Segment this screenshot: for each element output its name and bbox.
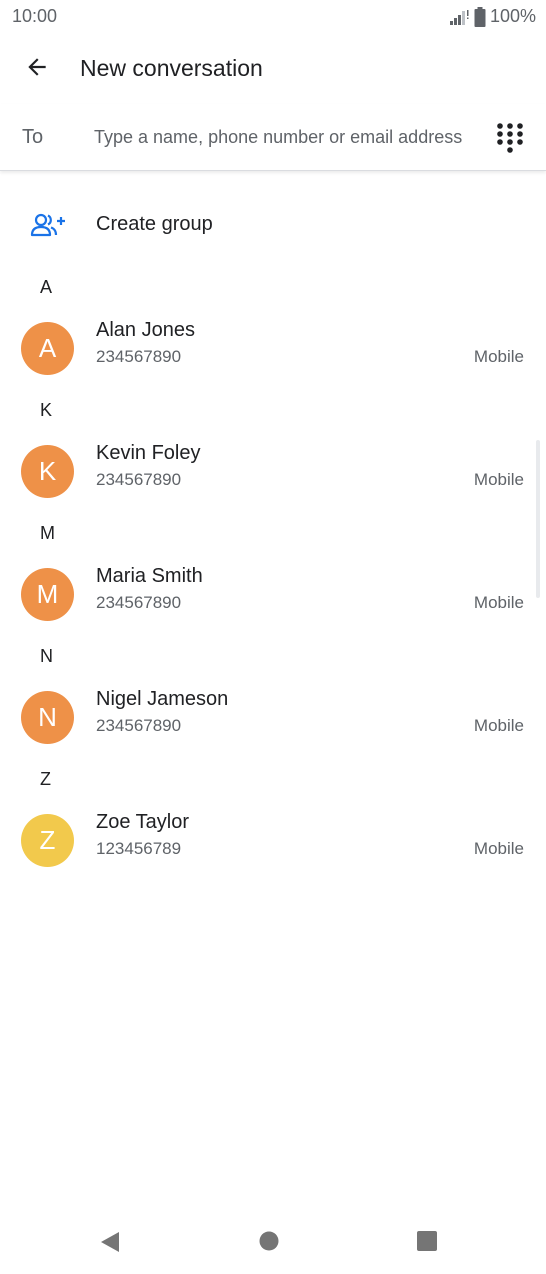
contact-number-type: Mobile [473, 839, 524, 858]
contact-number: 234567890 [96, 470, 182, 489]
back-button[interactable] [16, 48, 58, 90]
avatar-initial: Z [39, 825, 56, 855]
create-group-button[interactable]: Create group [0, 198, 546, 254]
create-group-label: Create group [96, 213, 213, 235]
dialpad-icon [496, 123, 524, 158]
avatar-initial: N [38, 702, 57, 732]
contact-item[interactable]: A Alan Jones 234567890 Mobile [0, 313, 546, 393]
section-header: M [40, 523, 55, 543]
avatar-initial: A [38, 333, 57, 363]
contact-number: 123456789 [96, 839, 182, 858]
avatar: N [21, 691, 74, 744]
contact-number-type: Mobile [473, 716, 524, 735]
contact-name: Nigel Jameson [96, 688, 229, 710]
contact-number: 234567890 [96, 347, 182, 366]
system-nav-bar [0, 1212, 546, 1274]
app-bar: New conversation [0, 34, 546, 104]
contact-number: 234567890 [96, 716, 182, 735]
contact-name: Zoe Taylor [96, 811, 190, 833]
section-header: A [40, 277, 53, 297]
contact-name: Alan Jones [96, 319, 195, 341]
dialpad-button[interactable] [496, 122, 524, 154]
section-header: K [40, 400, 53, 420]
recipient-input[interactable] [94, 120, 480, 154]
contact-name: Kevin Foley [96, 442, 201, 464]
scrollbar[interactable] [536, 440, 540, 598]
contact-number-type: Mobile [473, 347, 524, 366]
contact-number-type: Mobile [473, 593, 524, 612]
signal-icon [448, 8, 470, 26]
contact-item[interactable]: N Nigel Jameson 234567890 Mobile [0, 682, 546, 762]
avatar: Z [21, 814, 74, 867]
avatar-initial: M [36, 579, 59, 609]
to-label: To [22, 126, 44, 148]
status-time: 10:00 [12, 6, 58, 26]
section-header: N [40, 646, 53, 666]
avatar-initial: K [38, 456, 57, 486]
status-bar: 10:00 100% [0, 0, 546, 34]
status-indicators: 100% [448, 6, 536, 27]
contact-number: 234567890 [96, 593, 182, 612]
battery-icon [474, 6, 486, 27]
contact-item[interactable]: K Kevin Foley 234567890 Mobile [0, 436, 546, 516]
group-add-icon [30, 212, 66, 243]
contact-item[interactable]: Z Zoe Taylor 123456789 Mobile [0, 805, 546, 885]
battery-percent: 100% [489, 6, 536, 26]
recipient-row: To [0, 104, 546, 171]
contact-item[interactable]: M Maria Smith 234567890 Mobile [0, 559, 546, 639]
avatar: A [21, 322, 74, 375]
contact-number-type: Mobile [473, 470, 524, 489]
avatar: M [21, 568, 74, 621]
nav-home-icon[interactable] [258, 1230, 280, 1257]
nav-back-icon[interactable] [98, 1230, 122, 1259]
arrow-back-icon [24, 54, 50, 85]
page-title: New conversation [80, 55, 263, 81]
section-header: Z [40, 769, 51, 789]
avatar: K [21, 445, 74, 498]
contact-name: Maria Smith [96, 565, 203, 587]
nav-recents-icon[interactable] [416, 1230, 438, 1257]
